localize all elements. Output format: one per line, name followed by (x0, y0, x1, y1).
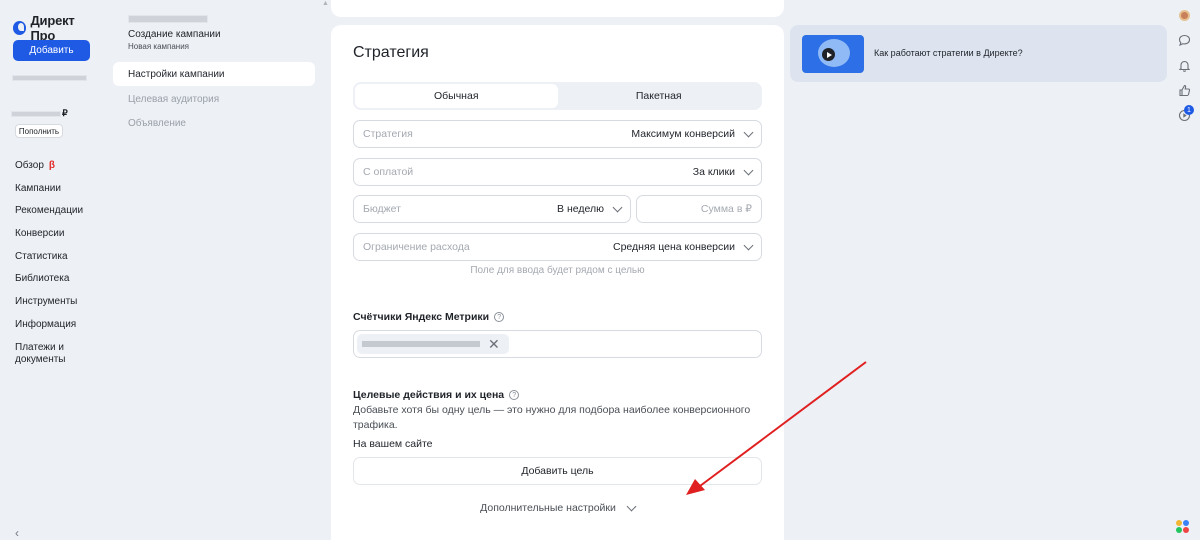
additional-settings-toggle[interactable]: Дополнительные настройки (353, 501, 762, 514)
field-label: Ограничение расхода (363, 241, 470, 253)
nav-item-campaigns[interactable]: Кампании (15, 183, 100, 195)
chevron-left-icon[interactable]: ‹ (15, 526, 19, 540)
tab-regular[interactable]: Обычная (355, 84, 558, 108)
metrika-counter-input[interactable]: ✕ (353, 330, 762, 358)
budget-period-select[interactable]: Бюджет В неделю (353, 195, 631, 223)
left-sidebar: Директ Про Добавить ₽ Пополнить Обзор β К… (0, 0, 100, 540)
counter-name-redacted (362, 341, 480, 347)
balance-amount-redacted (11, 110, 61, 117)
add-button[interactable]: Добавить (13, 40, 90, 61)
avatar[interactable] (1177, 8, 1191, 22)
field-hint: Поле для ввода будет рядом с целью (470, 265, 645, 276)
nav-item-label: Информация (15, 318, 77, 330)
strategy-card: Стратегия Обычная Пакетная Стратегия Мак… (331, 25, 784, 540)
nav-item-label: Библиотека (15, 273, 70, 285)
step-target-audience[interactable]: Целевая аудитория (113, 87, 315, 111)
on-site-label: На вашем сайте (353, 438, 433, 450)
steps-subtitle: Новая кампания (128, 42, 190, 51)
nav-item-label: Статистика (15, 250, 68, 262)
notification-badge: 1 (1184, 105, 1194, 115)
services-icon[interactable] (1176, 520, 1189, 533)
logo-text: Директ Про (30, 13, 75, 43)
like-icon[interactable] (1177, 83, 1191, 97)
strategy-type-switch: Обычная Пакетная (353, 82, 762, 110)
main-nav: Обзор β Кампании Рекомендации Конверсии С… (15, 160, 100, 376)
video-thumbnail (802, 35, 864, 73)
scroll-up-icon[interactable]: ▲ (322, 0, 329, 7)
right-rail: 1 (1172, 0, 1200, 540)
strategy-select[interactable]: Стратегия Максимум конверсий (353, 120, 762, 148)
field-value: За клики (692, 166, 735, 178)
nav-item-label: Инструменты (15, 296, 78, 308)
budget-amount-input[interactable]: Сумма в ₽ (636, 195, 762, 223)
balance-currency: ₽ (62, 108, 68, 118)
nav-item-label: Кампании (15, 182, 61, 194)
additional-settings-label: Дополнительные настройки (480, 502, 616, 514)
chevron-down-icon (743, 127, 754, 137)
metrika-section-title: Счётчики Яндекс Метрики ? (353, 311, 505, 323)
nav-item-tools[interactable]: Инструменты (15, 296, 100, 308)
balance: ₽ (11, 108, 68, 119)
nav-item-information[interactable]: Информация (15, 319, 100, 331)
spend-limit-select[interactable]: Ограничение расхода Средняя цена конверс… (353, 233, 762, 261)
close-icon[interactable]: ✕ (488, 337, 500, 351)
campaign-name-redacted (128, 15, 208, 23)
nav-item-label: Платежи и документы (15, 341, 66, 365)
topup-button[interactable]: Пополнить (15, 124, 63, 138)
field-value: Средняя цена конверсии (612, 241, 735, 253)
chevron-down-icon (626, 501, 637, 511)
field-label: С оплатой (363, 166, 414, 178)
bell-icon[interactable] (1177, 58, 1191, 72)
metrika-title: Счётчики Яндекс Метрики (353, 311, 490, 323)
step-ad[interactable]: Объявление (113, 111, 315, 135)
account-name-redacted (12, 75, 87, 81)
card-title: Стратегия (353, 44, 429, 61)
help-icon[interactable]: ? (509, 390, 520, 400)
chevron-down-icon (743, 165, 754, 175)
counter-chip: ✕ (357, 334, 509, 354)
goals-title: Целевые действия и их цена (353, 389, 505, 401)
beta-badge: β (48, 160, 55, 171)
add-goal-button[interactable]: Добавить цель (353, 457, 762, 485)
nav-item-overview[interactable]: Обзор β (15, 160, 100, 172)
campaign-steps: Создание кампании Новая кампания Настрой… (113, 0, 329, 540)
help-video-widget[interactable]: Как работают стратегии в Директе? (790, 25, 1167, 82)
chat-icon[interactable] (1177, 33, 1191, 47)
chevron-down-icon (612, 202, 623, 212)
steps-title: Создание кампании (128, 29, 221, 40)
nav-item-recommendations[interactable]: Рекомендации (15, 205, 100, 217)
step-campaign-settings[interactable]: Настройки кампании (113, 62, 315, 86)
nav-item-label: Конверсии (15, 228, 65, 240)
avatar-image (1178, 9, 1190, 21)
help-icon[interactable]: ? (494, 312, 505, 322)
chevron-down-icon (743, 240, 754, 250)
nav-item-library[interactable]: Библиотека (15, 273, 100, 285)
logo[interactable]: Директ Про (13, 13, 100, 43)
field-label: Бюджет (363, 203, 401, 215)
goals-section-title: Целевые действия и их цена ? (353, 389, 520, 401)
yandex-direct-logo-icon (13, 21, 27, 35)
previous-card (331, 0, 784, 17)
field-value: В неделю (557, 203, 604, 215)
field-label: Стратегия (363, 128, 413, 140)
nav-item-conversions[interactable]: Конверсии (15, 228, 100, 240)
field-value: Максимум конверсий (631, 128, 735, 140)
payment-select[interactable]: С оплатой За клики (353, 158, 762, 186)
help-video-title: Как работают стратегии в Директе? (874, 48, 1023, 58)
nav-item-payments[interactable]: Платежи и документы (15, 342, 75, 366)
nav-item-label: Рекомендации (15, 205, 84, 217)
goals-description: Добавьте хотя бы одну цель — это нужно д… (353, 404, 751, 431)
tab-package[interactable]: Пакетная (558, 84, 761, 108)
nav-item-statistics[interactable]: Статистика (15, 251, 100, 263)
nav-item-label: Обзор (15, 160, 44, 171)
play-icon (822, 48, 835, 61)
amount-placeholder: Сумма в ₽ (700, 203, 752, 215)
